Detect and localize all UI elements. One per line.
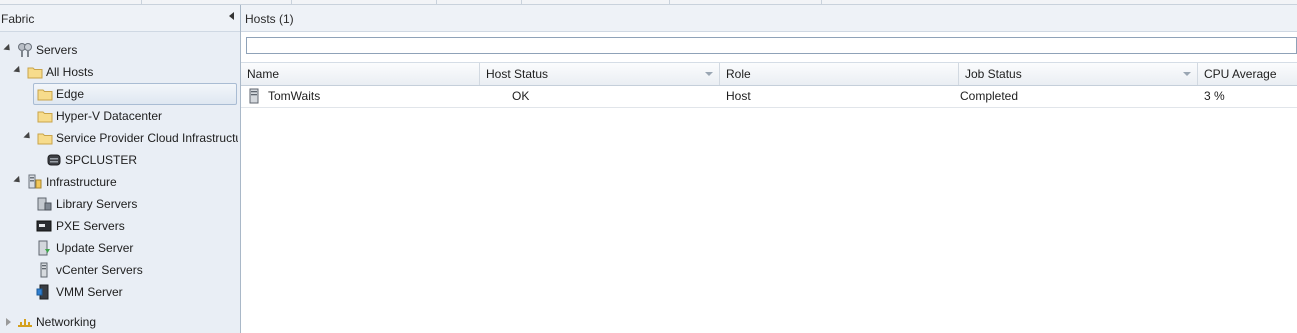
page-title: Hosts (1) [245, 12, 294, 26]
tree-item-vcenter-servers[interactable]: vCenter Servers [34, 260, 238, 280]
host-icon [249, 88, 259, 104]
cluster-icon [47, 154, 61, 166]
cell-name: TomWaits [268, 89, 321, 103]
filter-dropdown-icon[interactable] [705, 72, 713, 76]
navigation-header: Fabric [0, 5, 240, 32]
tree-item-label: SPCLUSTER [65, 153, 138, 167]
column-header-role[interactable]: Role [720, 63, 959, 85]
cell-host-status: OK [512, 89, 530, 103]
tree-item-vmm-server[interactable]: VMM Server [34, 282, 238, 302]
collapse-pane-icon[interactable] [229, 12, 234, 20]
tree-item-label: Update Server [56, 241, 134, 255]
infrastructure-icon [28, 174, 42, 189]
tree-item-label: Infrastructure [46, 175, 117, 189]
tree-item-edge[interactable]: Edge [33, 83, 237, 105]
tree-item-label: Servers [36, 43, 78, 57]
vcenter-server-icon [40, 262, 48, 278]
hosts-pane: Hosts (1) Name Host Status Role Job Stat… [241, 5, 1297, 333]
servers-icon [18, 43, 32, 57]
column-label: Name [247, 67, 280, 81]
expand-arrow-icon[interactable] [13, 175, 23, 186]
tree-item-all-hosts[interactable]: All Hosts [2, 62, 238, 82]
pxe-server-icon [36, 220, 52, 232]
tree-item-infrastructure[interactable]: Infrastructure [2, 172, 238, 192]
tree-item-label: All Hosts [46, 65, 94, 79]
filter-dropdown-icon[interactable] [1183, 72, 1191, 76]
hosts-header: Hosts (1) [241, 5, 1297, 32]
grid-header: Name Host Status Role Job Status CPU Ave… [241, 62, 1297, 86]
tree-item-networking[interactable]: Networking [2, 312, 238, 332]
tree-item-servers[interactable]: Servers [2, 40, 238, 60]
tree-item-update-server[interactable]: Update Server [34, 238, 238, 258]
column-header-job-status[interactable]: Job Status [959, 63, 1198, 85]
table-row[interactable]: TomWaits OK Host Completed 3 % [241, 85, 1297, 108]
folder-icon [37, 133, 53, 145]
column-label: CPU Average [1204, 67, 1277, 81]
collapsed-arrow-icon[interactable] [6, 318, 11, 326]
vmm-server-icon [36, 284, 49, 300]
tree-item-label: Service Provider Cloud Infrastructu [56, 131, 238, 145]
nav-title: Fabric [1, 12, 35, 26]
cell-role: Host [726, 89, 751, 103]
folder-icon [27, 67, 43, 79]
networking-icon [18, 319, 32, 327]
tree-item-spcluster[interactable]: SPCLUSTER [44, 150, 238, 170]
tree-item-label: Networking [36, 315, 97, 329]
column-label: Job Status [965, 67, 1022, 81]
tree-item-hyperv-datacenter[interactable]: Hyper-V Datacenter [34, 106, 238, 126]
column-label: Role [726, 67, 751, 81]
tree-item-label: vCenter Servers [56, 263, 143, 277]
tree-item-service-provider-cloud[interactable]: Service Provider Cloud Infrastructu [2, 128, 238, 148]
tree-item-label: Hyper-V Datacenter [56, 109, 163, 123]
column-header-cpu-average[interactable]: CPU Average [1198, 63, 1297, 85]
tree-item-library-servers[interactable]: Library Servers [34, 194, 238, 214]
expand-arrow-icon[interactable] [23, 131, 33, 142]
tree-item-label: Library Servers [56, 197, 138, 211]
tree-item-label: Edge [56, 87, 85, 101]
tree-item-label: VMM Server [56, 285, 123, 299]
column-header-host-status[interactable]: Host Status [480, 63, 720, 85]
tree-item-label: PXE Servers [56, 219, 125, 233]
navigation-pane: Fabric Servers All Hosts Edge Hyper-V Da… [0, 5, 241, 333]
folder-icon [37, 89, 53, 101]
cell-cpu-average: 3 % [1204, 89, 1225, 103]
expand-arrow-icon[interactable] [13, 65, 23, 76]
search-input[interactable] [246, 37, 1297, 54]
library-server-icon [37, 197, 52, 211]
folder-icon [37, 111, 53, 123]
column-header-name[interactable]: Name [241, 63, 480, 85]
expand-arrow-icon[interactable] [3, 43, 13, 54]
tree-item-pxe-servers[interactable]: PXE Servers [34, 216, 238, 236]
column-label: Host Status [486, 67, 549, 81]
update-server-icon [38, 240, 50, 256]
cell-job-status: Completed [960, 89, 1019, 103]
